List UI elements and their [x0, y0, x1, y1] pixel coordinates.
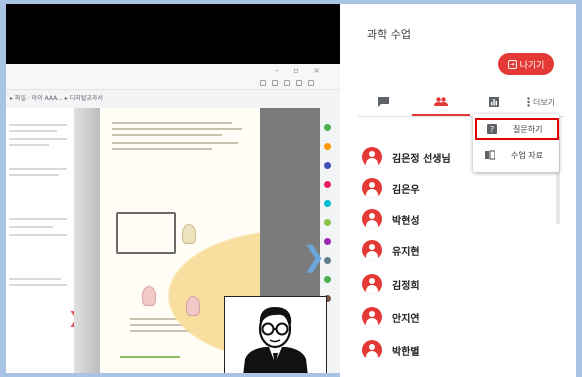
- browser-toolbar-icons: [260, 80, 314, 86]
- tool-icon[interactable]: [324, 162, 331, 169]
- circuit-illustration: [116, 212, 176, 254]
- self-video-preview[interactable]: [224, 296, 327, 373]
- menu-item-ask-question[interactable]: ? 질문하기: [475, 118, 559, 140]
- participant-name: 안지연: [392, 313, 420, 325]
- download-icon: [284, 80, 290, 86]
- chat-icon: [377, 97, 389, 107]
- tool-icon[interactable]: [324, 257, 331, 264]
- avatar: [362, 274, 382, 294]
- extension-icon: [260, 80, 266, 86]
- participant-name: 김은정 선생님: [392, 153, 451, 165]
- menu-item-class-materials[interactable]: 수업 자료: [475, 144, 559, 166]
- stats-icon: [489, 97, 499, 107]
- class-title: 과학 수업: [367, 28, 411, 41]
- browser-toolbar: – ▫ ×: [6, 64, 340, 90]
- more-vert-icon: [527, 97, 530, 107]
- book-icon: [485, 150, 495, 160]
- avatar: [362, 147, 382, 167]
- tool-icon[interactable]: [324, 181, 331, 188]
- participant-name: 박한별: [392, 346, 420, 358]
- tool-icon[interactable]: [324, 200, 331, 207]
- panel-tabs: 더보기: [358, 88, 564, 116]
- menu-item-label: 수업 자료: [511, 150, 543, 160]
- book-spine: [74, 108, 100, 373]
- menu-icon: [308, 80, 314, 86]
- tool-icon[interactable]: [324, 219, 331, 226]
- avatar-person-icon: [243, 307, 308, 373]
- participant-row[interactable]: 박현성: [362, 208, 420, 230]
- bookmark-star-icon: [272, 80, 278, 86]
- participant-name: 박현성: [392, 215, 420, 227]
- bulb-illustration: [142, 286, 156, 306]
- participant-row[interactable]: 김은우: [362, 177, 420, 199]
- participant-row[interactable]: 박한별: [362, 339, 420, 361]
- tab-participants[interactable]: [412, 88, 470, 116]
- screen-icon: [296, 80, 302, 86]
- more-menu: ? 질문하기 수업 자료: [473, 114, 559, 172]
- bookmarks-bar: ▸ 파일 · 아이 AAA... ▸ 디지털교과서: [10, 95, 103, 102]
- exit-icon: ⇥: [507, 59, 517, 69]
- tool-icon[interactable]: [324, 143, 331, 150]
- question-icon: ?: [487, 124, 497, 134]
- participant-name: 유지현: [392, 246, 420, 258]
- screenshot-frame: – ▫ × ▸ 파일 · 아이 AAA... ▸ 디지털교과서 ❯ 과학 수업 …: [0, 0, 582, 377]
- participant-name: 김은우: [392, 184, 420, 196]
- tab-stats[interactable]: [474, 88, 514, 116]
- participant-name: 김정희: [392, 280, 420, 292]
- avatar: [362, 178, 382, 198]
- participant-row[interactable]: 김정희: [362, 273, 420, 295]
- tool-icon[interactable]: [324, 124, 331, 131]
- viewer-side-toolbar: [322, 124, 334, 314]
- tab-chat[interactable]: [358, 88, 408, 116]
- avatar: [362, 240, 382, 260]
- participant-row[interactable]: 유지현: [362, 239, 420, 261]
- avatar: [362, 340, 382, 360]
- shared-screen-area: – ▫ × ▸ 파일 · 아이 AAA... ▸ 디지털교과서 ❯: [6, 4, 340, 373]
- window-controls: – ▫ ×: [274, 66, 326, 75]
- participant-row[interactable]: 안지연: [362, 306, 420, 328]
- participant-row[interactable]: 김은정 선생님: [362, 146, 451, 168]
- avatar: [362, 307, 382, 327]
- textbook-left-page: ❯: [6, 108, 81, 373]
- people-icon: [434, 96, 448, 106]
- menu-item-label: 질문하기: [513, 124, 543, 134]
- leave-button-label: 나기기: [519, 60, 545, 71]
- svg-text:?: ?: [490, 125, 494, 134]
- tool-icon[interactable]: [324, 276, 331, 283]
- avatar: [362, 209, 382, 229]
- leave-button[interactable]: ⇥ 나기기: [498, 53, 554, 75]
- tab-more[interactable]: 더보기: [518, 88, 564, 116]
- more-label: 더보기: [532, 97, 556, 107]
- bulb-illustration: [186, 296, 200, 316]
- class-side-panel: 과학 수업 ⇥ 나기기 더보기 김은정 선생님 김은우 박현성 유지현 김정희 …: [340, 4, 576, 377]
- tool-icon[interactable]: [324, 238, 331, 245]
- bulb-illustration: [182, 224, 196, 244]
